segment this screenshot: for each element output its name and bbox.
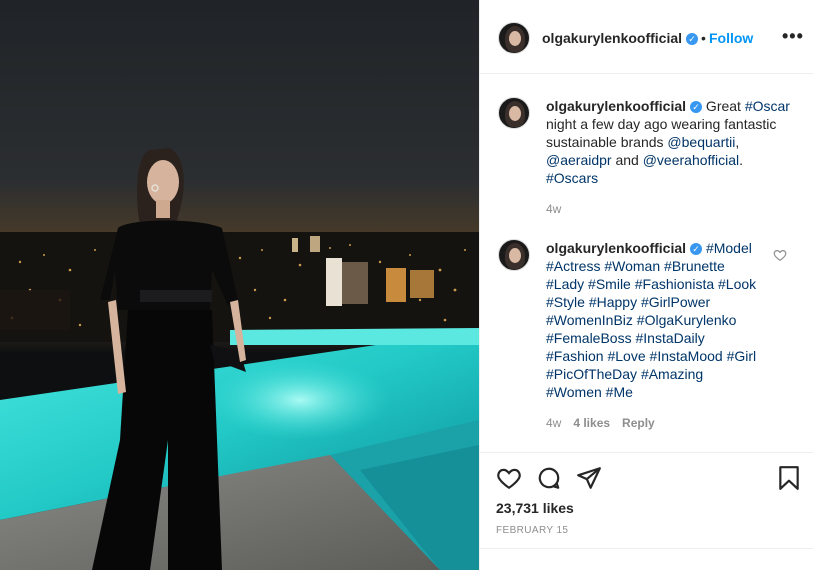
caption-segment: ,: [735, 134, 740, 150]
comment-username[interactable]: olgakurylenkoofficial: [546, 240, 686, 256]
comment-body: #Model #Actress #Woman #Brunette #Lady #…: [546, 240, 756, 400]
more-options-icon[interactable]: •••: [782, 26, 804, 47]
caption-link[interactable]: @bequartii: [667, 134, 735, 150]
caption-link[interactable]: @veerahofficial: [643, 152, 739, 168]
comment-likes[interactable]: 4 likes: [573, 416, 610, 430]
comment-time: 4w: [546, 416, 562, 430]
hashtag-link[interactable]: #FemaleBoss: [546, 330, 632, 346]
hashtag-link[interactable]: #Girl: [727, 348, 757, 364]
share-icon[interactable]: [576, 465, 602, 491]
caption-link[interactable]: #Oscars: [546, 170, 598, 186]
hashtag-link[interactable]: #InstaMood: [650, 348, 723, 364]
hashtag-link[interactable]: #Lady: [546, 276, 584, 292]
divider: [480, 548, 813, 549]
caption-link[interactable]: #Oscar: [745, 98, 790, 114]
hashtag-link[interactable]: #InstaDaily: [635, 330, 704, 346]
caption-segment: .: [739, 152, 744, 168]
hashtag-link[interactable]: #Me: [606, 384, 633, 400]
post-username[interactable]: olgakurylenkoofficial ✓: [542, 30, 699, 46]
caption-username[interactable]: olgakurylenkoofficial: [546, 98, 686, 114]
caption-segment: and: [611, 152, 643, 168]
verified-badge-icon: ✓: [690, 101, 703, 113]
hashtag-link[interactable]: #GirlPower: [641, 294, 710, 310]
caption-avatar[interactable]: [498, 97, 530, 129]
hashtag-link[interactable]: #Style: [546, 294, 585, 310]
comment-avatar[interactable]: [498, 239, 530, 271]
comment-text: olgakurylenkoofficial ✓ #Model #Actress #…: [546, 239, 761, 401]
hashtag-link[interactable]: #Fashionista: [635, 276, 714, 292]
comment-like-icon[interactable]: [773, 248, 787, 262]
hashtag-link[interactable]: #WomenInBiz: [546, 312, 633, 328]
reply-button[interactable]: Reply: [622, 416, 655, 430]
post-username-text[interactable]: olgakurylenkoofficial: [542, 30, 682, 46]
verified-badge-icon: ✓: [690, 243, 703, 255]
post-photo[interactable]: [0, 0, 479, 570]
post-header: olgakurylenkoofficial ✓ • Follow •••: [480, 0, 813, 74]
heart-icon[interactable]: [496, 465, 522, 491]
likes-count[interactable]: 23,731 likes: [496, 500, 574, 516]
comment-meta: 4w 4 likes Reply: [546, 416, 655, 430]
hashtag-link[interactable]: #PicOfTheDay: [546, 366, 637, 382]
hashtag-link[interactable]: #OlgaKurylenko: [637, 312, 737, 328]
hashtag-link[interactable]: #Smile: [588, 276, 631, 292]
caption-time: 4w: [546, 202, 562, 216]
photo-scene: [0, 0, 479, 570]
follow-button[interactable]: Follow: [709, 30, 753, 46]
avatar[interactable]: [498, 22, 530, 54]
hashtag-link[interactable]: #Actress: [546, 258, 600, 274]
verified-badge-icon: ✓: [686, 33, 699, 45]
post-actions: 23,731 likes FEBRUARY 15: [480, 452, 813, 570]
hashtag-link[interactable]: #Look: [718, 276, 756, 292]
caption-text: olgakurylenkoofficial ✓ Great #Oscar nigh…: [546, 97, 796, 187]
separator-dot: •: [701, 30, 706, 46]
comments-list[interactable]: olgakurylenkoofficial ✓ Great #Oscar nigh…: [480, 75, 813, 452]
post-sidebar: olgakurylenkoofficial ✓ • Follow ••• olga…: [479, 0, 813, 570]
hashtag-link[interactable]: #Amazing: [641, 366, 703, 382]
hashtag-link[interactable]: #Women: [546, 384, 602, 400]
caption-segment: night a few day ago wearing fantastic su…: [546, 116, 777, 150]
bookmark-icon[interactable]: [776, 465, 802, 491]
post-date[interactable]: FEBRUARY 15: [496, 525, 568, 536]
hashtag-link[interactable]: #Love: [607, 348, 645, 364]
hashtag-link[interactable]: #Model: [706, 240, 752, 256]
hashtag-link[interactable]: #Brunette: [664, 258, 725, 274]
hashtag-link[interactable]: #Happy: [589, 294, 637, 310]
hashtag-link[interactable]: #Fashion: [546, 348, 604, 364]
caption-segment: Great: [702, 98, 745, 114]
hashtag-link[interactable]: #Woman: [604, 258, 660, 274]
caption-link[interactable]: @aeraidpr: [546, 152, 612, 168]
comment-icon[interactable]: [536, 465, 562, 491]
